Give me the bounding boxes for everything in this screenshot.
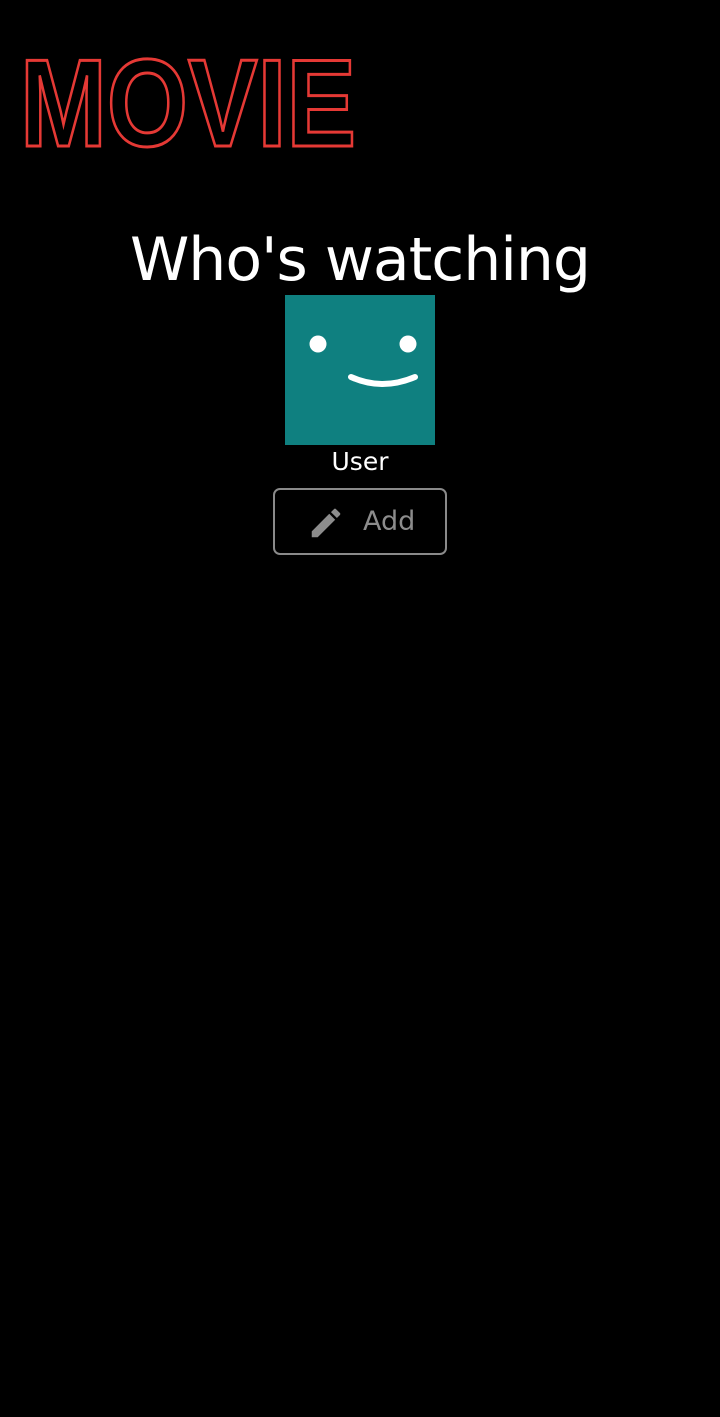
pencil-icon (311, 508, 341, 538)
logo-text: MOVIE (20, 46, 356, 154)
profile-card-user[interactable]: User (285, 295, 435, 477)
add-profile-button[interactable]: Add (273, 488, 447, 555)
logo-wordmark: MOVIE (19, 46, 358, 154)
app-logo: MOVIE (18, 46, 358, 154)
add-button-label: Add (363, 506, 416, 537)
profile-name: User (331, 447, 389, 476)
page-title: Who's watching (129, 225, 591, 295)
smiley-icon[interactable] (285, 295, 435, 445)
